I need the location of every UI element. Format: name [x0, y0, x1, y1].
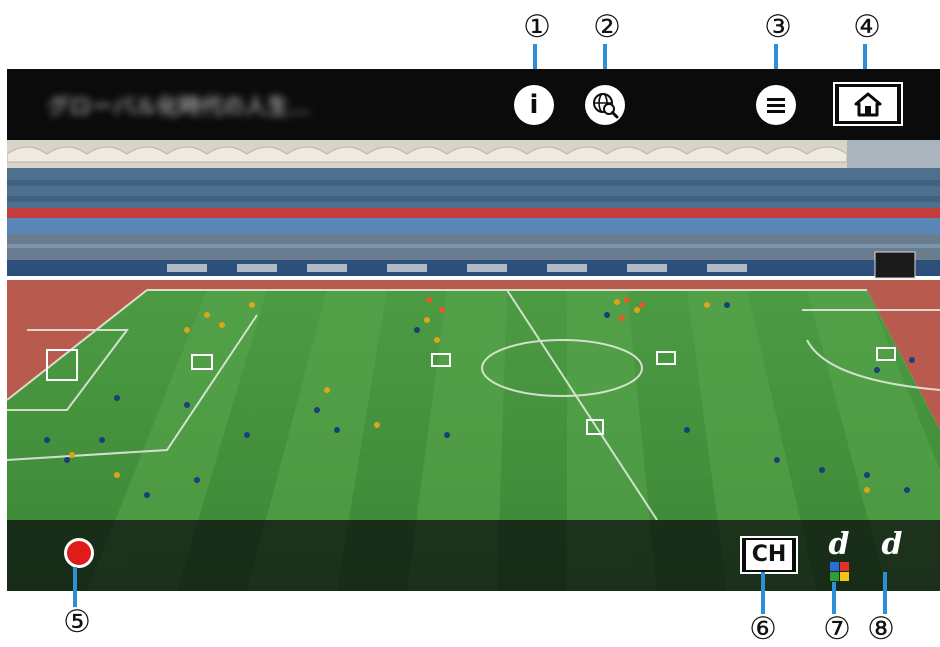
- callout-1: ①: [523, 9, 551, 45]
- callout-7: ⑦: [823, 611, 851, 647]
- callout-6: ⑥: [749, 611, 777, 647]
- info-icon: i: [529, 90, 539, 120]
- menu-button[interactable]: [756, 85, 796, 125]
- leader-line-6: [761, 572, 765, 614]
- callout-2: ②: [593, 9, 621, 45]
- d-plain-button[interactable]: d: [877, 530, 907, 582]
- bottom-bar: CH d d: [7, 520, 940, 591]
- top-bar: グローバル化時代の人生… i: [7, 69, 940, 140]
- leader-line-5: [73, 567, 77, 607]
- program-title: グローバル化時代の人生…: [47, 95, 311, 120]
- leader-line-7: [832, 582, 836, 614]
- channel-button[interactable]: CH: [740, 536, 798, 574]
- home-icon: [854, 92, 882, 117]
- callout-4: ④: [853, 9, 881, 45]
- d-icon: d: [881, 527, 903, 562]
- search-broadcast-button[interactable]: [585, 85, 625, 125]
- callout-3: ③: [764, 9, 792, 45]
- callout-5: ⑤: [63, 604, 91, 640]
- home-button[interactable]: [833, 82, 903, 126]
- channel-icon: CH: [745, 540, 793, 570]
- record-button[interactable]: [64, 538, 94, 568]
- d-button[interactable]: d: [824, 530, 854, 582]
- callout-8: ⑧: [867, 611, 895, 647]
- menu-icon: [767, 98, 785, 113]
- globe-search-icon: [593, 93, 619, 119]
- d-button-icon: d: [828, 527, 850, 562]
- info-button[interactable]: i: [514, 85, 554, 125]
- leader-line-8: [883, 572, 887, 614]
- color-keys-icon: [829, 562, 849, 581]
